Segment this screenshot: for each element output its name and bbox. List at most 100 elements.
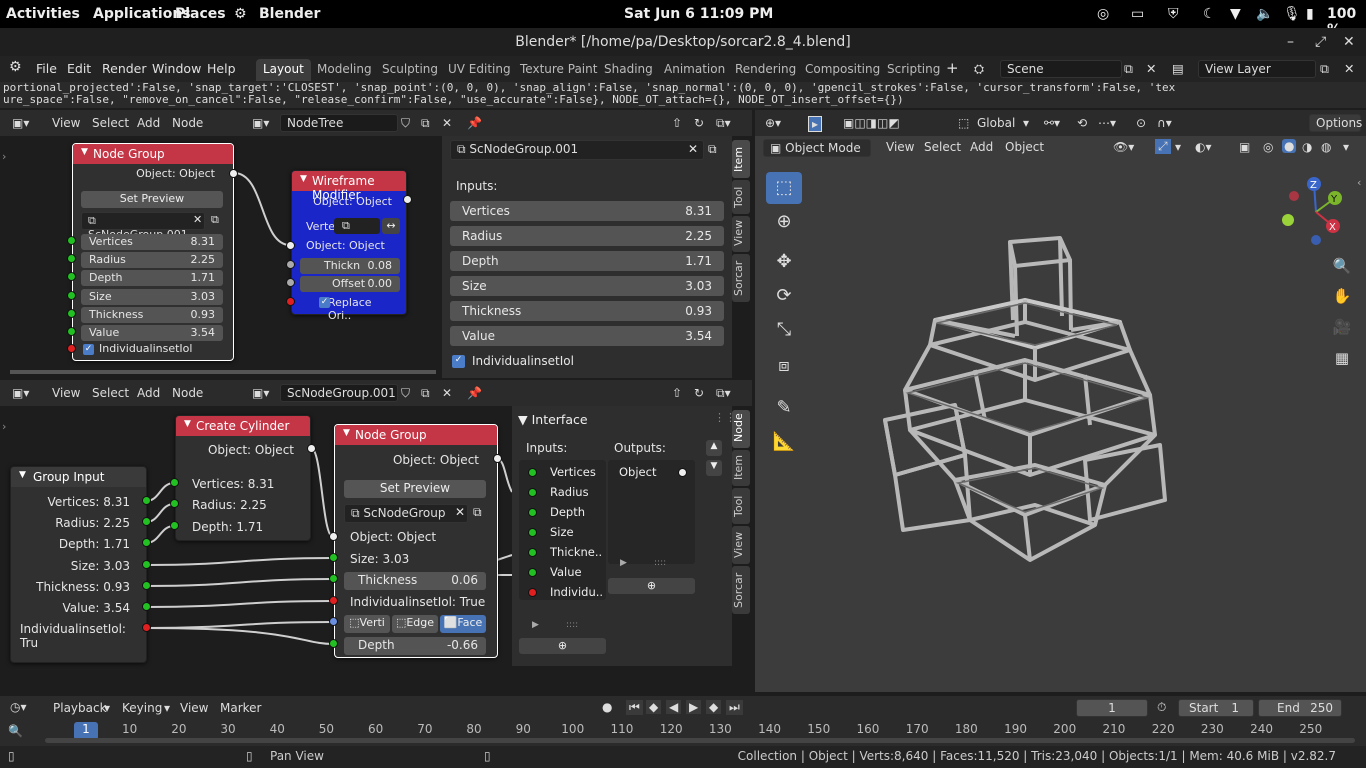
wireframe-output-socket[interactable] <box>403 195 412 204</box>
timeline[interactable]: ◷▾ Playback ▾ Keying ▾ View Marker ● ⏮ ◆… <box>0 696 1366 746</box>
expand-outputs-icon[interactable]: ▶ <box>620 558 627 568</box>
group-input-node[interactable]: ▼ Group Input Vertices: 8.31 Radius: 2.25… <box>10 466 147 663</box>
tab-layout[interactable]: Layout <box>256 59 311 81</box>
rendered-shading-icon[interactable]: ◍ <box>1321 140 1331 154</box>
node-group-title[interactable]: ▼ Node Group <box>73 144 233 164</box>
cylinder-output-socket[interactable] <box>307 444 316 453</box>
tab-texture-paint[interactable]: Texture Paint <box>513 59 604 81</box>
wifi-icon[interactable]: ▼ <box>1230 6 1241 22</box>
interface-input-vertices[interactable]: Vertices <box>550 465 596 479</box>
restore-icon[interactable]: ⤢ <box>1315 28 1326 56</box>
new-view-layer-icon[interactable]: ⧉ <box>1320 61 1329 77</box>
radius-field[interactable]: Radius 2.25 <box>450 226 724 246</box>
node-group-title[interactable]: ▼ Node Group <box>335 425 497 445</box>
measure-tool[interactable]: 📐 <box>766 426 802 458</box>
interface-input-thickness[interactable]: Thickne.. <box>550 545 602 559</box>
menu-view[interactable]: View <box>886 140 914 154</box>
transform-tool[interactable]: ⧈ <box>766 350 802 382</box>
move-tool[interactable]: ✥ <box>766 246 802 278</box>
chevron-down-icon[interactable]: ▾ <box>1175 140 1181 154</box>
tab-sorcar[interactable]: Sorcar <box>732 566 750 614</box>
thickness-field[interactable]: Thickn 0.08 <box>300 258 400 274</box>
object-mode-dropdown[interactable]: ▣ Object Mode <box>763 139 871 157</box>
collapse-arrow-icon[interactable]: › <box>2 150 6 163</box>
view-menu[interactable]: View <box>180 701 208 715</box>
gizmo-toggle-icon[interactable]: ⤢ <box>1155 139 1171 154</box>
steam-icon[interactable]: ◎ <box>1097 6 1109 22</box>
ortho-grid-icon[interactable]: ▦ <box>1330 346 1354 370</box>
cylinder-vertices-socket[interactable] <box>170 478 179 487</box>
thickness-output-socket[interactable] <box>142 581 151 590</box>
individual-checkbox[interactable]: ✓ <box>83 344 94 355</box>
mode-verti-button[interactable]: ⬚Verti <box>344 615 390 633</box>
mode-socket[interactable] <box>329 617 338 626</box>
value-field[interactable]: Value 3.54 <box>450 326 724 346</box>
individual-output-socket[interactable] <box>142 623 151 632</box>
thickness-socket[interactable] <box>329 574 338 583</box>
top-node-editor[interactable]: ▣▾ View Select Add Node ▣▾ NodeTree ⛉ ⧉ … <box>0 110 752 378</box>
menu-add[interactable]: Add <box>970 140 993 154</box>
view-layer-field[interactable]: View Layer <box>1198 60 1316 78</box>
interface-input-depth[interactable]: Depth <box>550 505 585 519</box>
node-group-node[interactable]: ▼ Node Group Object: Object Set Preview ⧉… <box>72 143 234 361</box>
tab-animation[interactable]: Animation <box>657 59 732 81</box>
thickness-socket[interactable] <box>67 309 76 318</box>
zoom-icon[interactable]: 🔍 <box>1330 254 1354 278</box>
proportional-icon[interactable]: ⊙ <box>1136 116 1146 130</box>
menu-edit[interactable]: Edit <box>67 61 91 76</box>
close-icon[interactable]: ✕ <box>1343 28 1355 56</box>
snap-icon[interactable]: ⟲ <box>1077 116 1087 130</box>
record-icon[interactable]: ● <box>602 700 612 714</box>
vertices-field[interactable]: Vertices 8.31 <box>450 201 724 221</box>
radius-field[interactable]: Radius 2.25 <box>81 252 223 268</box>
minimize-icon[interactable]: – <box>1287 28 1294 56</box>
add-output-button[interactable]: ⊕ <box>608 578 695 594</box>
mode-edge-button[interactable]: ⬚Edge <box>392 615 438 633</box>
volume-icon[interactable]: 🔈 <box>1256 6 1273 22</box>
tab-compositing[interactable]: Compositing <box>798 59 887 81</box>
editor-type-icon[interactable]: ⊕▾ <box>765 116 781 130</box>
move-down-button[interactable]: ▼ <box>706 460 722 476</box>
interface-input-value[interactable]: Value <box>550 565 582 579</box>
invert-icon[interactable]: ↔ <box>382 218 400 234</box>
group-name-field[interactable]: ⧉ ScNodeGroup.001 <box>450 140 704 160</box>
transform-orientation-icon[interactable]: ⬚ <box>958 116 969 130</box>
activities-button[interactable]: Activities <box>6 6 80 22</box>
depth-socket[interactable] <box>67 272 76 281</box>
jump-start-icon[interactable]: ⏮ <box>626 700 643 715</box>
depth-field[interactable]: Depth 1.71 <box>81 270 223 286</box>
xray-icon[interactable]: ▣ <box>1239 140 1250 154</box>
navigation-gizmo[interactable]: Z Y X <box>1280 174 1352 246</box>
add-workspace-icon[interactable]: + <box>946 59 959 77</box>
sidebar-toggle-icon[interactable]: ‹ <box>1357 176 1361 189</box>
visibility-icon[interactable]: 👁▾ <box>1113 140 1134 154</box>
options-dropdown[interactable]: Options <box>1309 114 1362 132</box>
tab-scripting[interactable]: Scripting <box>880 59 947 81</box>
tab-view[interactable]: View <box>732 216 750 252</box>
group-name-field[interactable]: ⧉ ScNodeGroup <box>344 504 468 523</box>
3d-viewport[interactable]: ⊕▾ ▸ ▣◫◨◫◩ ⬚ Global ▾ ⚯▾ ⟲ ⋯▾ ⊙ ∩▾ Optio… <box>755 110 1366 692</box>
size-output-socket[interactable] <box>142 560 151 569</box>
falloff-icon[interactable]: ∩▾ <box>1157 116 1172 130</box>
menu-object[interactable]: Object <box>1005 140 1044 154</box>
vertices-output-socket[interactable] <box>142 496 151 505</box>
scene-icon[interactable]: ⛭ <box>974 61 984 77</box>
new-scene-icon[interactable]: ⧉ <box>1124 61 1133 77</box>
node-group-output-socket[interactable] <box>229 169 238 178</box>
thickness-socket[interactable] <box>286 260 295 269</box>
tab-view[interactable]: View <box>732 526 750 564</box>
marker-menu[interactable]: Marker <box>220 701 261 715</box>
collapse-arrow-icon[interactable]: › <box>2 420 6 433</box>
keying-menu[interactable]: Keying <box>122 701 162 715</box>
wireframe-modifier-node[interactable]: ▼ Wireframe Modifier Object: Object Verte… <box>291 170 407 322</box>
editor-type-icon[interactable]: ◷▾ <box>10 700 27 714</box>
create-cylinder-node[interactable]: ▼ Create Cylinder Object: Object Vertices… <box>175 415 311 541</box>
play-reverse-icon[interactable]: ◀ <box>666 700 682 714</box>
clock[interactable]: Sat Jun 6 11:09 PM <box>624 6 773 22</box>
solid-shading-icon[interactable]: ● <box>1282 139 1297 153</box>
size-field[interactable]: Size 3.03 <box>81 289 223 305</box>
annotate-tool[interactable]: ✎ <box>766 392 802 424</box>
menu-select[interactable]: Select <box>924 140 961 154</box>
add-input-button[interactable]: ⊕ <box>519 638 606 654</box>
new-group-icon[interactable]: ⧉ <box>473 505 482 520</box>
